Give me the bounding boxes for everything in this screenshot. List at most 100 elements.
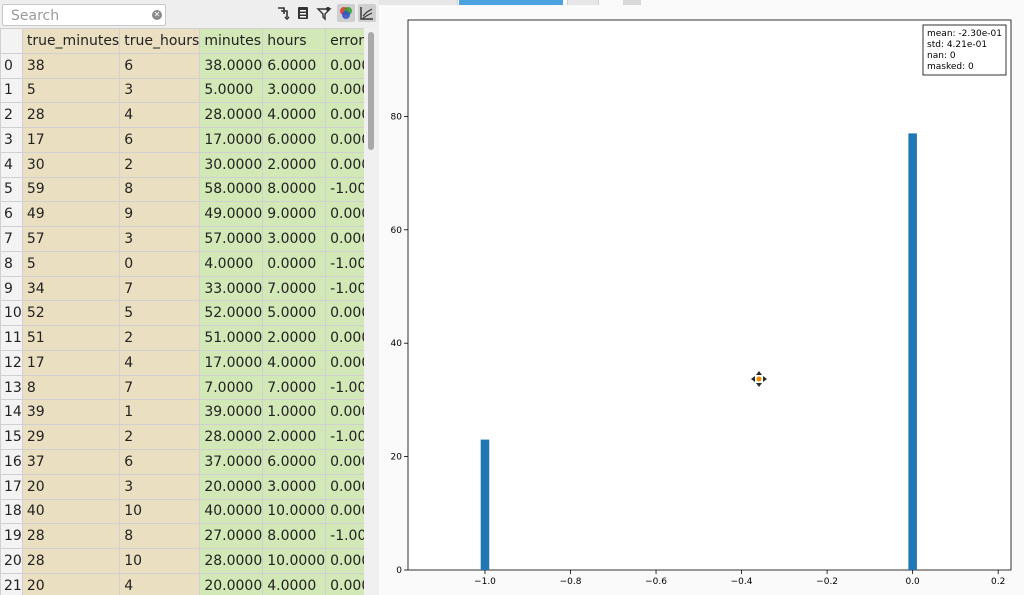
- true-minutes-cell[interactable]: 20: [21, 473, 121, 500]
- true-minutes-cell[interactable]: 37: [21, 449, 121, 475]
- table-row[interactable]: 1217417.00004.00000.0000: [0, 349, 364, 376]
- true-hours-cell[interactable]: 4: [119, 572, 201, 595]
- true-hours-cell[interactable]: 9: [119, 201, 201, 228]
- table-row[interactable]: 934733.00007.0000-1.0000: [0, 275, 364, 302]
- hours-cell[interactable]: 7.0000: [262, 275, 327, 302]
- hours-cell[interactable]: 9.0000: [262, 201, 327, 228]
- table-row[interactable]: 1151251.00002.00000.0000: [0, 325, 364, 351]
- column-header-minutes[interactable]: minutes: [199, 28, 264, 54]
- error-cell[interactable]: 0.0000: [325, 102, 364, 129]
- table-row[interactable]: 1535.00003.00000.0000: [0, 77, 364, 104]
- column-header-true-minutes[interactable]: true_minutes: [21, 28, 121, 54]
- search-input[interactable]: [9, 6, 153, 26]
- error-cell[interactable]: -1.0000: [325, 176, 364, 203]
- true-minutes-cell[interactable]: 51: [21, 325, 121, 351]
- true-minutes-cell[interactable]: 40: [21, 498, 121, 525]
- row-index[interactable]: 4: [0, 151, 23, 178]
- true-minutes-cell[interactable]: 59: [21, 176, 121, 203]
- true-hours-cell[interactable]: 7: [119, 275, 201, 302]
- true-minutes-cell[interactable]: 29: [21, 424, 121, 451]
- hours-cell[interactable]: 5.0000: [262, 300, 327, 327]
- true-minutes-cell[interactable]: 17: [21, 127, 121, 153]
- error-cell[interactable]: 0.0000: [325, 300, 364, 327]
- true-minutes-cell[interactable]: 30: [21, 151, 121, 178]
- minutes-cell[interactable]: 17.0000: [199, 127, 264, 153]
- minutes-cell[interactable]: 5.0000: [199, 77, 264, 104]
- row-index[interactable]: 18: [0, 498, 23, 525]
- data-table[interactable]: true_minutes true_hours minutes hours er…: [0, 28, 364, 595]
- minutes-cell[interactable]: 30.0000: [199, 151, 264, 178]
- true-hours-cell[interactable]: 2: [119, 424, 201, 451]
- error-cell[interactable]: 0.0000: [325, 151, 364, 178]
- error-cell[interactable]: 0.0000: [325, 572, 364, 595]
- true-hours-cell[interactable]: 6: [119, 127, 201, 153]
- row-index[interactable]: 13: [0, 374, 23, 401]
- table-row[interactable]: 757357.00003.00000.0000: [0, 226, 364, 252]
- clear-search-icon[interactable]: ✕: [152, 10, 162, 20]
- minutes-cell[interactable]: 17.0000: [199, 349, 264, 376]
- hours-cell[interactable]: 8.0000: [262, 176, 327, 203]
- error-cell[interactable]: 0.0000: [325, 77, 364, 104]
- color-palette-icon[interactable]: [337, 4, 355, 22]
- table-row[interactable]: 1052552.00005.00000.0000: [0, 300, 364, 327]
- table-row[interactable]: 228428.00004.00000.0000: [0, 102, 364, 129]
- minutes-cell[interactable]: 52.0000: [199, 300, 264, 327]
- true-hours-cell[interactable]: 10: [119, 498, 201, 525]
- true-minutes-cell[interactable]: 28: [21, 102, 121, 129]
- minutes-cell[interactable]: 28.0000: [199, 424, 264, 451]
- true-hours-cell[interactable]: 3: [119, 473, 201, 500]
- hours-cell[interactable]: 6.0000: [262, 449, 327, 475]
- update-from-source-icon[interactable]: [274, 4, 292, 22]
- hours-cell[interactable]: 3.0000: [262, 473, 327, 500]
- error-cell[interactable]: -1.0000: [325, 424, 364, 451]
- row-index[interactable]: 17: [0, 473, 23, 500]
- table-scrollbar[interactable]: [364, 28, 378, 595]
- minutes-cell[interactable]: 51.0000: [199, 325, 264, 351]
- true-minutes-cell[interactable]: 5: [21, 77, 121, 104]
- true-minutes-cell[interactable]: 49: [21, 201, 121, 228]
- hours-cell[interactable]: 8.0000: [262, 523, 327, 550]
- minutes-cell[interactable]: 27.0000: [199, 523, 264, 550]
- chart-icon[interactable]: [358, 4, 376, 22]
- minutes-cell[interactable]: 38.0000: [199, 52, 264, 79]
- row-index[interactable]: 16: [0, 449, 23, 475]
- error-cell[interactable]: 0.0000: [325, 201, 364, 228]
- row-index[interactable]: 9: [0, 275, 23, 302]
- minutes-cell[interactable]: 7.0000: [199, 374, 264, 401]
- true-minutes-cell[interactable]: 28: [21, 523, 121, 550]
- row-index[interactable]: 5: [0, 176, 23, 203]
- true-hours-cell[interactable]: 6: [119, 52, 201, 79]
- minutes-cell[interactable]: 49.0000: [199, 201, 264, 228]
- search-box[interactable]: ✕: [2, 4, 166, 26]
- error-cell[interactable]: -1.0000: [325, 523, 364, 550]
- error-cell[interactable]: -1.0000: [325, 275, 364, 302]
- row-index[interactable]: 12: [0, 349, 23, 376]
- minutes-cell[interactable]: 58.0000: [199, 176, 264, 203]
- row-index[interactable]: 21: [0, 572, 23, 595]
- row-index[interactable]: 15: [0, 424, 23, 451]
- minutes-cell[interactable]: 39.0000: [199, 399, 264, 426]
- true-minutes-cell[interactable]: 5: [21, 250, 121, 277]
- error-cell[interactable]: 0.0000: [325, 52, 364, 79]
- hours-cell[interactable]: 6.0000: [262, 52, 327, 79]
- error-cell[interactable]: 0.0000: [325, 473, 364, 500]
- hours-cell[interactable]: 2.0000: [262, 424, 327, 451]
- table-row[interactable]: 8504.00000.0000-1.0000: [0, 250, 364, 277]
- true-minutes-cell[interactable]: 28: [21, 548, 121, 574]
- minutes-cell[interactable]: 40.0000: [199, 498, 264, 525]
- true-minutes-cell[interactable]: 8: [21, 374, 121, 401]
- column-header-hours[interactable]: hours: [262, 28, 327, 54]
- row-index[interactable]: 2: [0, 102, 23, 129]
- error-cell[interactable]: -1.0000: [325, 374, 364, 401]
- hours-cell[interactable]: 10.0000: [262, 548, 327, 574]
- error-cell[interactable]: 0.0000: [325, 449, 364, 475]
- hours-cell[interactable]: 2.0000: [262, 151, 327, 178]
- true-minutes-cell[interactable]: 20: [21, 572, 121, 595]
- table-row[interactable]: 559858.00008.0000-1.0000: [0, 176, 364, 203]
- table-row[interactable]: 1637637.00006.00000.0000: [0, 449, 364, 475]
- row-index[interactable]: 10: [0, 300, 23, 327]
- row-index[interactable]: 3: [0, 127, 23, 153]
- true-hours-cell[interactable]: 8: [119, 523, 201, 550]
- row-index[interactable]: 8: [0, 250, 23, 277]
- row-index[interactable]: 0: [0, 52, 23, 79]
